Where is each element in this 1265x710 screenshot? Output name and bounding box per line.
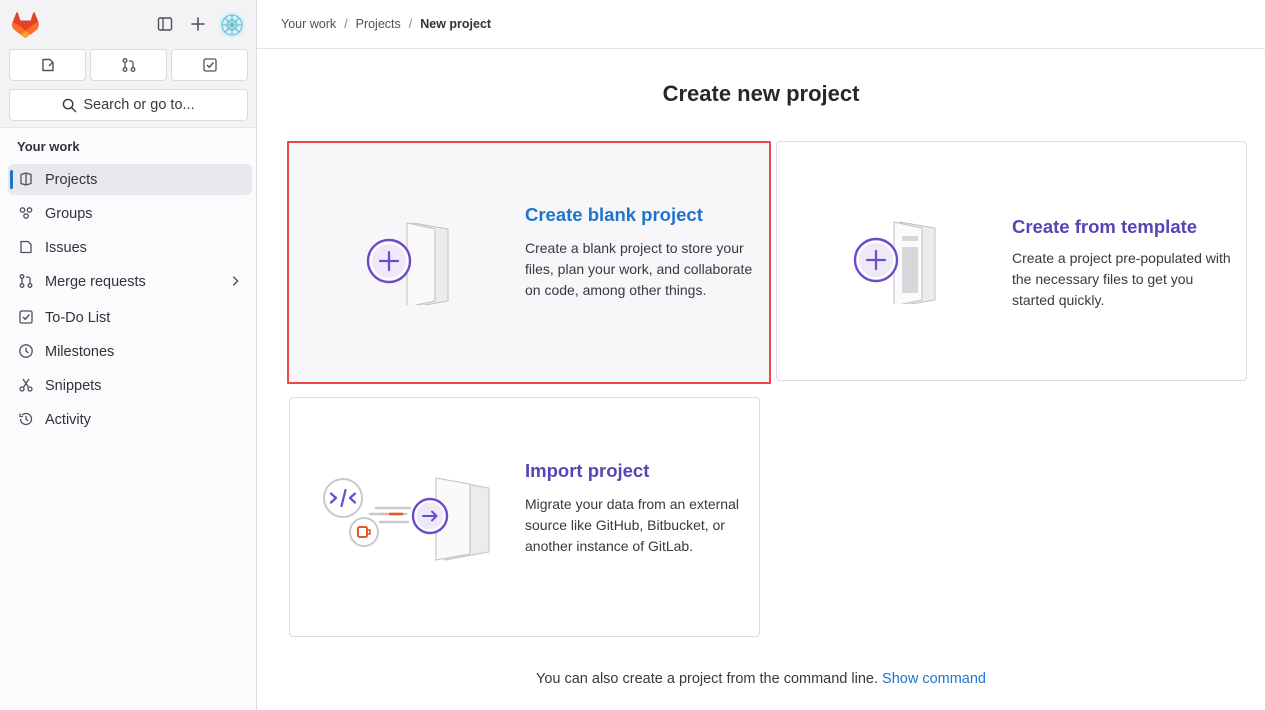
card-description: Create a project pre-populated with the …: [1012, 250, 1231, 308]
issues-icon: [20, 240, 32, 254]
plus-icon[interactable]: [188, 14, 208, 34]
history-icon: [19, 412, 33, 426]
group-icon: [19, 207, 33, 219]
todo-quick-button[interactable]: [171, 49, 248, 81]
sidebar-item-label: Activity: [45, 411, 91, 428]
sidebar-item-label: To-Do List: [45, 309, 111, 326]
template-illustration-icon: [853, 221, 936, 304]
breadcrumb: Your work / Projects / New project: [281, 17, 491, 31]
snippet-icon: [19, 378, 33, 392]
sidebar: Search or go to... Your work Projects Gr…: [0, 0, 257, 710]
sidebar-item-groups[interactable]: Groups: [8, 198, 252, 229]
show-command-link[interactable]: Show command: [882, 671, 986, 687]
create-from-template-card[interactable]: Create from template Create a project pr…: [776, 141, 1247, 381]
card-title: Create blank project: [525, 204, 703, 225]
sidebar-item-issues[interactable]: Issues: [8, 232, 252, 263]
create-blank-project-card[interactable]: Create blank project Create a blank proj…: [287, 141, 771, 384]
breadcrumb-projects[interactable]: Projects: [356, 17, 401, 31]
sidebar-item-activity[interactable]: Activity: [8, 404, 252, 435]
top-bar: Your work / Projects / New project: [257, 0, 1265, 49]
card-description: Migrate your data from an external sourc…: [525, 496, 739, 554]
sidebar-item-milestones[interactable]: Milestones: [8, 336, 252, 367]
card-title: Import project: [525, 460, 650, 481]
avatar[interactable]: [219, 12, 245, 38]
todo-icon: [202, 58, 217, 72]
breadcrumb-separator: /: [408, 17, 413, 31]
todo-icon: [19, 310, 33, 324]
sidebar-item-label: Projects: [45, 171, 98, 188]
chevron-right-icon: [232, 276, 239, 286]
sidebar-item-projects[interactable]: Projects: [8, 164, 252, 195]
sidebar-item-label: Groups: [45, 205, 93, 222]
sidebar-toggle-icon[interactable]: [155, 14, 175, 34]
merge-request-icon: [122, 58, 135, 72]
command-line-text: You can also create a project from the c…: [535, 671, 878, 687]
sidebar-item-merge-requests[interactable]: Merge requests: [8, 266, 252, 297]
card-description: Create a blank project to store your fil…: [525, 240, 753, 298]
sidebar-item-label: Merge requests: [45, 273, 146, 290]
card-title: Create from template: [1012, 216, 1198, 237]
sidebar-header: Search or go to...: [0, 0, 256, 128]
sidebar-item-todo-list[interactable]: To-Do List: [8, 302, 252, 333]
issues-icon: [41, 58, 54, 72]
breadcrumb-new-project[interactable]: New project: [420, 17, 491, 31]
search-button[interactable]: Search or go to...: [9, 89, 248, 121]
breadcrumb-your-work[interactable]: Your work: [281, 17, 336, 31]
gitlab-logo-icon[interactable]: [12, 12, 39, 38]
breadcrumb-separator: /: [344, 17, 348, 31]
merge-requests-quick-button[interactable]: [90, 49, 167, 81]
sidebar-section-title: Your work: [17, 139, 80, 154]
issues-quick-button[interactable]: [9, 49, 86, 81]
merge-request-icon: [19, 274, 33, 288]
search-icon: [63, 98, 77, 112]
clock-icon: [19, 344, 33, 358]
sidebar-item-label: Snippets: [45, 377, 102, 394]
command-line-hint: You can also create a project from the c…: [257, 671, 1265, 687]
page-title: Create new project: [662, 81, 860, 106]
sidebar-item-label: Milestones: [45, 343, 115, 360]
project-icon: [20, 172, 32, 186]
import-illustration-icon: [323, 477, 490, 561]
import-project-card[interactable]: Import project Migrate your data from an…: [289, 397, 760, 637]
sidebar-item-label: Issues: [45, 239, 87, 256]
search-label: Search or go to...: [83, 97, 195, 113]
blank-project-illustration-icon: [366, 222, 449, 305]
sidebar-item-snippets[interactable]: Snippets: [8, 370, 252, 401]
